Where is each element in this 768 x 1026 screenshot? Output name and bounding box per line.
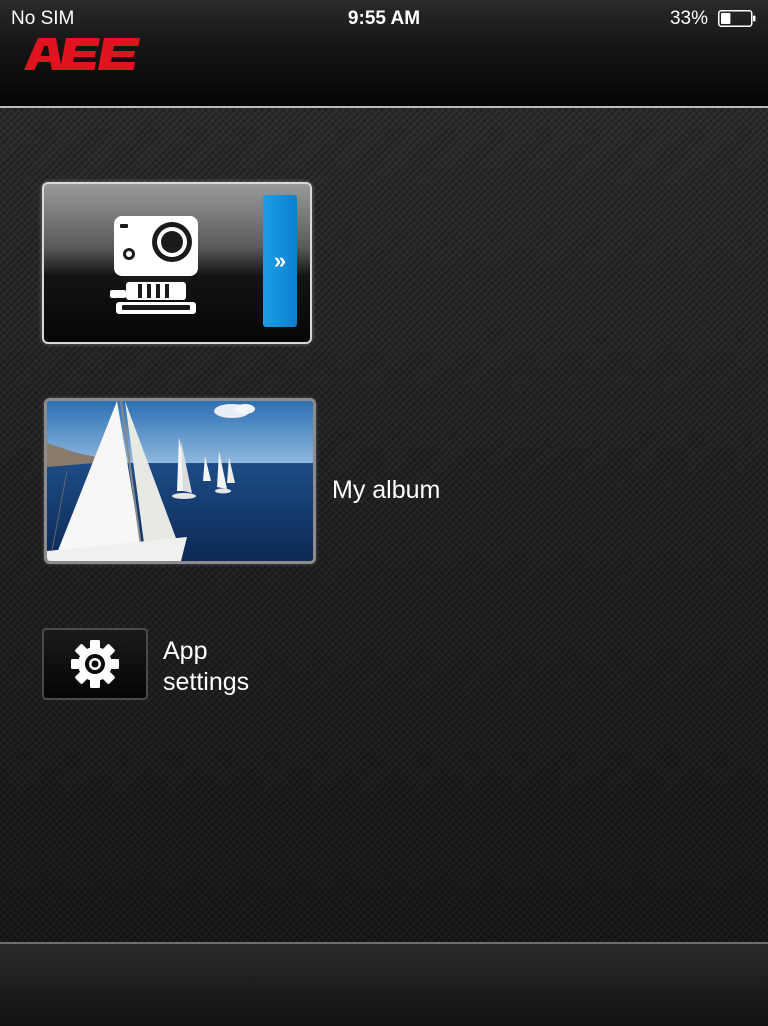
app-settings-label[interactable]: App settings <box>163 636 249 698</box>
my-album-label[interactable]: My album <box>332 476 440 505</box>
gear-icon <box>71 640 119 688</box>
my-album-button[interactable] <box>44 398 316 564</box>
battery-percent: 33% <box>669 8 708 29</box>
app-header: No SIM 9:55 AM 33% <box>0 0 768 108</box>
album-thumbnail-image <box>47 401 313 561</box>
app-settings-button[interactable] <box>42 628 148 700</box>
aee-logo <box>22 36 142 72</box>
app-settings-label-line2: settings <box>163 668 250 696</box>
bottom-bar <box>0 942 768 1026</box>
aee-logo-mark <box>24 38 140 70</box>
action-camera-icon <box>110 216 198 314</box>
status-clock: 9:55 AM <box>347 8 421 29</box>
camera-connect-button[interactable]: » <box>42 182 312 344</box>
forward-arrow-icon[interactable]: » <box>263 195 297 327</box>
battery-icon <box>718 10 756 27</box>
status-bar: No SIM 9:55 AM 33% <box>0 0 768 36</box>
app-settings-label-line1: App <box>163 637 208 665</box>
